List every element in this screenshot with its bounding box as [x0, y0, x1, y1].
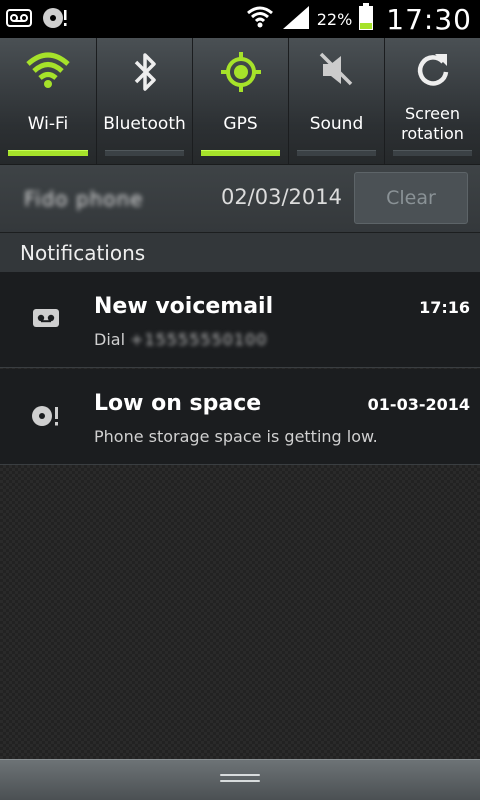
notification-time: 17:16: [419, 298, 470, 317]
toggle-indicator: [8, 150, 88, 156]
battery-percent: 22%: [316, 9, 353, 29]
carrier-name: Fido phone: [24, 187, 144, 211]
storage-warning-icon: [26, 401, 66, 431]
quick-settings-panel: Wi-Fi Bluetooth GPS Sound Screen rotatio…: [0, 38, 480, 164]
signal-icon: [281, 4, 311, 34]
notification-text: Dial +15555550100: [94, 330, 268, 349]
toggle-indicator: [393, 150, 472, 156]
toggle-indicator: [105, 150, 184, 156]
toggle-sound[interactable]: Sound: [288, 38, 384, 164]
label-line: Screen: [404, 104, 460, 123]
toggle-indicator: [297, 150, 376, 156]
label-line: rotation: [401, 124, 464, 143]
toggle-gps-label: GPS: [223, 114, 258, 134]
notification-text: Phone storage space is getting low.: [94, 427, 378, 446]
voicemail-icon: [26, 304, 66, 334]
sound-muted-icon: [289, 50, 384, 94]
notification-time: 01-03-2014: [367, 395, 470, 414]
dial-prefix: Dial: [94, 330, 126, 349]
notification-title: Low on space: [94, 391, 262, 416]
toggle-bluetooth-label: Bluetooth: [103, 114, 186, 134]
screen-rotation-icon: [385, 50, 480, 94]
toggle-gps[interactable]: GPS: [192, 38, 288, 164]
carrier-date-row: Fido phone 02/03/2014 Clear: [0, 164, 480, 233]
toggle-screen-rotation-label: Screen rotation: [385, 104, 480, 144]
current-date: 02/03/2014: [220, 185, 342, 209]
status-clock: 17:30: [386, 2, 472, 36]
dial-number: +15555550100: [130, 330, 268, 349]
notifications-header: Notifications: [0, 232, 480, 272]
grip-icon: [220, 774, 260, 786]
notifications-title: Notifications: [20, 241, 146, 265]
toggle-sound-label: Sound: [309, 114, 364, 134]
notification-low-space[interactable]: Low on space 01-03-2014 Phone storage sp…: [0, 369, 480, 465]
status-bar: 22% 17:30: [0, 0, 480, 38]
notification-voicemail[interactable]: New voicemail 17:16 Dial +15555550100: [0, 272, 480, 368]
clear-button[interactable]: Clear: [354, 172, 468, 224]
wifi-icon: [245, 4, 275, 34]
bluetooth-icon: [97, 50, 192, 94]
panel-drag-handle[interactable]: [0, 759, 480, 800]
toggle-wifi[interactable]: Wi-Fi: [0, 38, 96, 164]
toggle-indicator: [201, 150, 280, 156]
battery-icon: [358, 3, 374, 35]
voicemail-icon: [6, 9, 32, 31]
toggle-wifi-label: Wi-Fi: [27, 114, 69, 134]
storage-warning-icon: [42, 6, 68, 34]
toggle-screen-rotation[interactable]: Screen rotation: [384, 38, 480, 164]
toggle-bluetooth[interactable]: Bluetooth: [96, 38, 192, 164]
wifi-icon: [0, 50, 96, 94]
gps-icon: [193, 50, 288, 94]
notification-title: New voicemail: [94, 294, 274, 319]
